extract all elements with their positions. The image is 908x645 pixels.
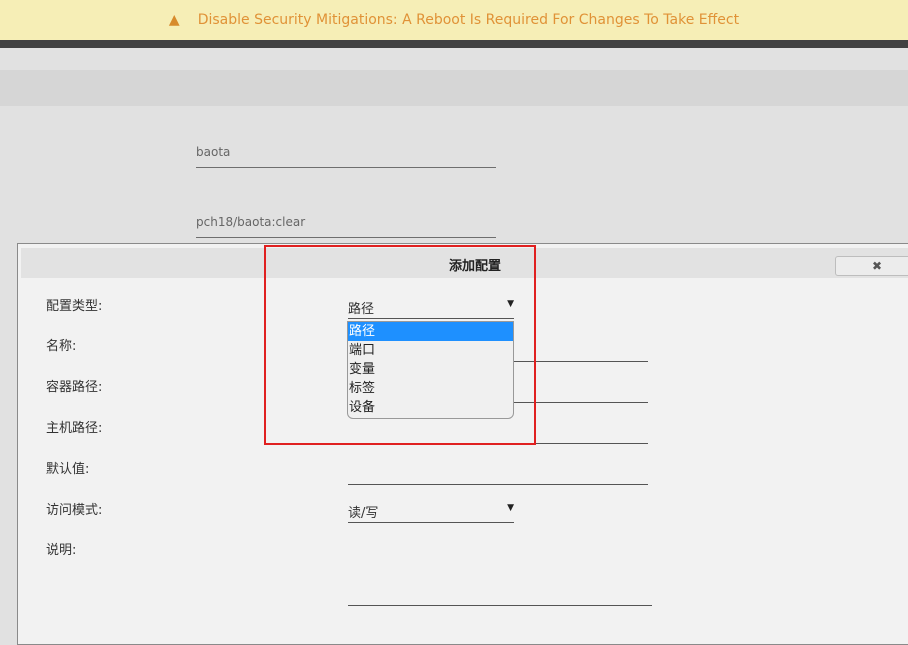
warning-banner: ▲ Disable Security Mitigations: A Reboot… — [0, 0, 908, 41]
container-path-label: 容器路径: — [46, 380, 103, 395]
close-icon: ✖ — [871, 259, 883, 273]
banner-text: Disable Security Mitigations: A Reboot I… — [197, 12, 740, 28]
access-mode-select[interactable]: 读/写 ▼ — [348, 500, 514, 523]
config-type-label: 配置类型: — [46, 299, 103, 314]
annotation-highlight-box — [264, 245, 536, 445]
warning-icon: ▲ — [168, 12, 180, 28]
description-label: 说明: — [46, 543, 77, 558]
default-value-label: 默认值: — [46, 462, 90, 477]
section-header-bar — [0, 70, 908, 106]
default-value-input[interactable] — [348, 484, 648, 485]
background-repository-value: pch18/baota:clear — [196, 215, 306, 229]
background-repository-field[interactable]: pch18/baota:clear — [196, 215, 496, 238]
chevron-down-icon: ▼ — [507, 503, 514, 513]
background-name-value: baota — [196, 145, 231, 159]
background-name-field[interactable]: baota — [196, 145, 496, 168]
description-input[interactable] — [348, 605, 652, 606]
host-path-label: 主机路径: — [46, 421, 103, 436]
access-mode-label: 访问模式: — [46, 503, 103, 518]
name-label: 名称: — [46, 339, 77, 354]
access-mode-value: 读/写 — [348, 506, 379, 521]
top-dark-bar — [0, 40, 908, 48]
close-button[interactable]: ✖ — [835, 256, 908, 276]
